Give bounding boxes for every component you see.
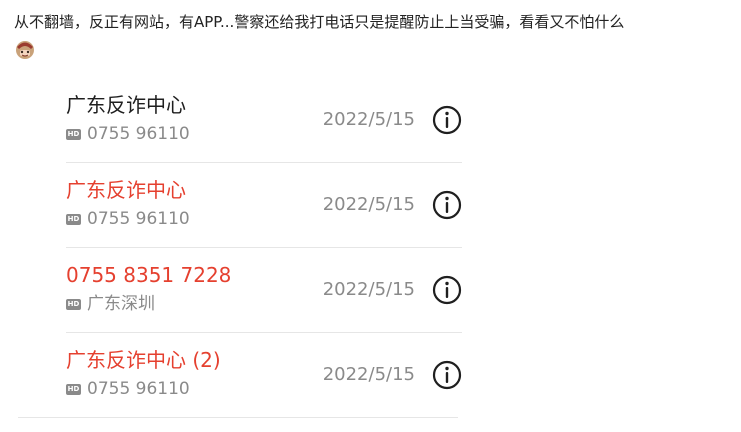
caller-location: 广东深圳: [87, 294, 155, 314]
caller-subtitle: HD 广东深圳: [66, 293, 155, 315]
caller-name: 广东反诈中心: [66, 178, 186, 202]
info-icon[interactable]: [432, 105, 462, 135]
caller-subtitle: HD 0755 96110: [66, 378, 190, 400]
info-icon[interactable]: [432, 275, 462, 305]
hd-badge-icon: HD: [66, 128, 81, 140]
hd-badge-icon: HD: [66, 298, 81, 310]
caller-name: 广东反诈中心 (2): [66, 348, 221, 372]
call-log-row[interactable]: 广东反诈中心 HD 0755 96110 2022/5/15: [66, 163, 462, 248]
info-icon[interactable]: [432, 190, 462, 220]
info-icon[interactable]: [432, 360, 462, 390]
call-log-list: 广东反诈中心 HD 0755 96110 2022/5/15 广东反诈中心 HD…: [18, 78, 466, 418]
caller-name: 0755 8351 7228: [66, 263, 232, 287]
emoji-face-icon: [16, 41, 34, 59]
caller-name: 广东反诈中心: [66, 93, 186, 117]
call-date: 2022/5/15: [322, 279, 415, 300]
hd-badge-icon: HD: [66, 383, 81, 395]
call-log-row[interactable]: 广东反诈中心 HD 0755 96110 2022/5/15: [66, 78, 462, 163]
row-divider: [18, 417, 458, 418]
caller-subtitle: HD 0755 96110: [66, 208, 190, 230]
call-date: 2022/5/15: [322, 194, 415, 215]
call-date: 2022/5/15: [322, 109, 415, 130]
call-log-row[interactable]: 广东反诈中心 (2) HD 0755 96110 2022/5/15: [18, 333, 462, 418]
caller-number: 0755 96110: [87, 124, 190, 144]
caller-subtitle: HD 0755 96110: [66, 123, 190, 145]
caller-number: 0755 96110: [87, 379, 190, 399]
caller-number: 0755 96110: [87, 209, 190, 229]
call-log-row[interactable]: 0755 8351 7228 HD 广东深圳 2022/5/15: [66, 248, 462, 333]
hd-badge-icon: HD: [66, 213, 81, 225]
post-text: 从不翻墙，反正有网站，有APP...警察还给我打电话只是提醒防止上当受骗，看看又…: [14, 13, 625, 31]
call-date: 2022/5/15: [322, 364, 415, 385]
